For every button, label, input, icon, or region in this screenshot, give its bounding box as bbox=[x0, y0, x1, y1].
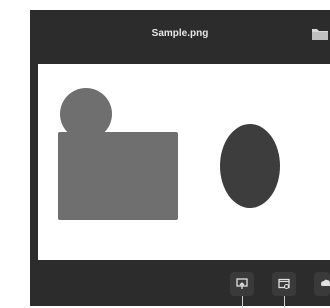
window-settings-button[interactable] bbox=[272, 272, 296, 296]
upload-icon bbox=[321, 279, 330, 286]
image-viewer-window: Sample.png bbox=[30, 10, 330, 308]
callout-line bbox=[284, 296, 285, 308]
window-title: Sample.png bbox=[151, 28, 209, 39]
export-icon bbox=[236, 278, 248, 289]
ellipse-shape bbox=[220, 124, 280, 208]
folder-icon bbox=[312, 29, 328, 40]
settings-window-icon bbox=[278, 278, 290, 290]
rectangle-shape bbox=[58, 132, 178, 220]
image-content bbox=[58, 88, 280, 220]
callout-line bbox=[242, 296, 243, 308]
export-button[interactable] bbox=[230, 272, 254, 296]
open-folder-button[interactable] bbox=[310, 24, 330, 44]
upload-button[interactable] bbox=[314, 272, 330, 296]
image-canvas bbox=[38, 64, 330, 260]
